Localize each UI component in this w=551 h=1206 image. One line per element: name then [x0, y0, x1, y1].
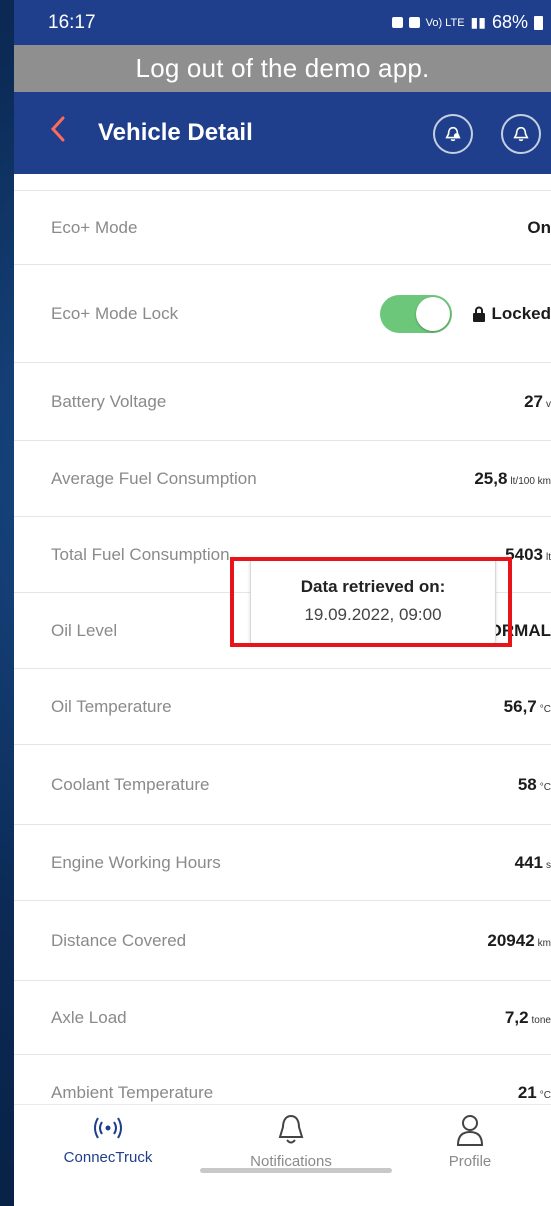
row-label: Average Fuel Consumption — [51, 468, 257, 488]
row-value: On — [527, 217, 551, 237]
alarm-bell-button[interactable] — [433, 114, 473, 154]
value-unit: tone — [531, 1014, 551, 1026]
row-value: 7,2 tone — [505, 1008, 551, 1028]
status-time: 16:17 — [48, 11, 96, 33]
row-value: 58 °C — [518, 775, 551, 795]
row-label: Ambient Temperature — [51, 1083, 214, 1102]
value-number: 27 — [524, 391, 543, 411]
row-label: Coolant Temperature — [51, 774, 210, 794]
row-value: 20942 km — [487, 931, 551, 951]
tab-notifications[interactable]: Notifications — [211, 1113, 371, 1170]
value-number: 56,7 — [503, 696, 537, 716]
app-header: Vehicle Detail — [14, 92, 551, 174]
eco-mode-lock-toggle[interactable] — [380, 294, 453, 333]
logout-demo-banner[interactable]: Log out of the demo app. — [14, 45, 551, 92]
detail-row-engine-hours: Engine Working Hours 441 s — [14, 825, 551, 901]
row-value: 441 s — [515, 853, 551, 873]
row-value: 21 °C — [518, 1083, 551, 1103]
value-number: 25,8 — [474, 468, 508, 488]
lock-status: Locked — [472, 304, 551, 324]
broadcast-icon — [94, 1117, 122, 1139]
lock-icon — [473, 306, 486, 322]
detail-row-coolant-temperature: Coolant Temperature 58 °C — [14, 745, 551, 825]
banner-text: Log out of the demo app. — [135, 53, 430, 83]
value-unit: °C — [539, 1090, 551, 1101]
status-bar: 16:17 Vo) LTE ▮▮ 68% — [14, 0, 551, 45]
network-type: Vo) LTE — [425, 16, 465, 29]
row-label: Battery Voltage — [51, 391, 167, 411]
lock-control: Locked — [380, 294, 551, 333]
tab-connectruck[interactable]: ConnecTruck — [28, 1113, 188, 1166]
highlight-box — [230, 557, 512, 647]
row-label: Axle Load — [51, 1007, 127, 1027]
row-label: Total Fuel Consumption — [51, 544, 230, 564]
detail-row-axle-load: Axle Load 7,2 tone — [14, 981, 551, 1055]
lock-status-text: Locked — [491, 303, 551, 323]
value-unit: °C — [539, 703, 551, 715]
notification-bell-button[interactable] — [501, 114, 541, 154]
row-label: Oil Level — [51, 620, 118, 640]
row-value: 25,8 lt/100 km — [474, 469, 551, 489]
row-value: 27 v — [524, 392, 551, 412]
page-title: Vehicle Detail — [98, 119, 253, 146]
detail-row-oil-temperature: Oil Temperature 56,7 °C — [14, 669, 551, 745]
back-chevron-icon[interactable] — [50, 116, 80, 150]
notification-icon-2 — [408, 17, 420, 28]
detail-row-eco-mode: Eco+ Mode On — [14, 190, 551, 265]
row-label: Engine Working Hours — [51, 852, 221, 872]
bottom-tab-bar: ConnecTruck Notifications Profile — [14, 1104, 551, 1206]
row-value: 5403 lt — [505, 545, 551, 565]
battery-level: 68% — [491, 12, 528, 32]
detail-row-average-fuel: Average Fuel Consumption 25,8 lt/100 km — [14, 441, 551, 517]
row-label: Eco+ Mode — [51, 217, 138, 237]
tab-label: ConnecTruck — [63, 1149, 153, 1166]
detail-row-eco-mode-lock: Eco+ Mode Lock Locked — [14, 265, 551, 363]
value-number: 21 — [517, 1083, 537, 1102]
phone-screen: 16:17 Vo) LTE ▮▮ 68% Log out of the demo… — [14, 0, 551, 1206]
row-label: Distance Covered — [51, 930, 187, 950]
value-unit: lt — [546, 551, 551, 563]
battery-icon — [534, 15, 543, 30]
detail-row-battery-voltage: Battery Voltage 27 v — [14, 363, 551, 441]
alarm-bell-icon — [445, 126, 461, 142]
detail-row-distance-covered: Distance Covered 20942 km — [14, 901, 551, 981]
signal-icon: ▮▮ — [470, 14, 486, 30]
value-number: 58 — [517, 774, 537, 794]
tab-profile[interactable]: Profile — [390, 1113, 550, 1170]
notification-icon — [391, 17, 403, 28]
tab-label: Profile — [448, 1153, 492, 1170]
bell-icon — [278, 1114, 304, 1144]
value-number: 441 — [514, 852, 543, 872]
row-label: Oil Temperature — [51, 696, 172, 716]
row-label: Eco+ Mode Lock — [51, 303, 179, 323]
value-unit: °C — [539, 781, 551, 793]
value-unit: km — [537, 937, 551, 949]
status-icons: Vo) LTE ▮▮ 68% — [391, 12, 543, 33]
row-value: 56,7 °C — [504, 697, 551, 717]
value-unit: lt/100 km — [510, 475, 551, 487]
user-icon — [456, 1115, 484, 1146]
value-unit: v — [546, 398, 551, 410]
value-number: 20942 — [487, 930, 535, 950]
bell-icon — [513, 126, 529, 142]
home-indicator[interactable] — [200, 1168, 392, 1173]
value-unit: s — [546, 859, 551, 871]
toggle-knob — [416, 296, 451, 331]
value-number: 7,2 — [504, 1007, 529, 1027]
